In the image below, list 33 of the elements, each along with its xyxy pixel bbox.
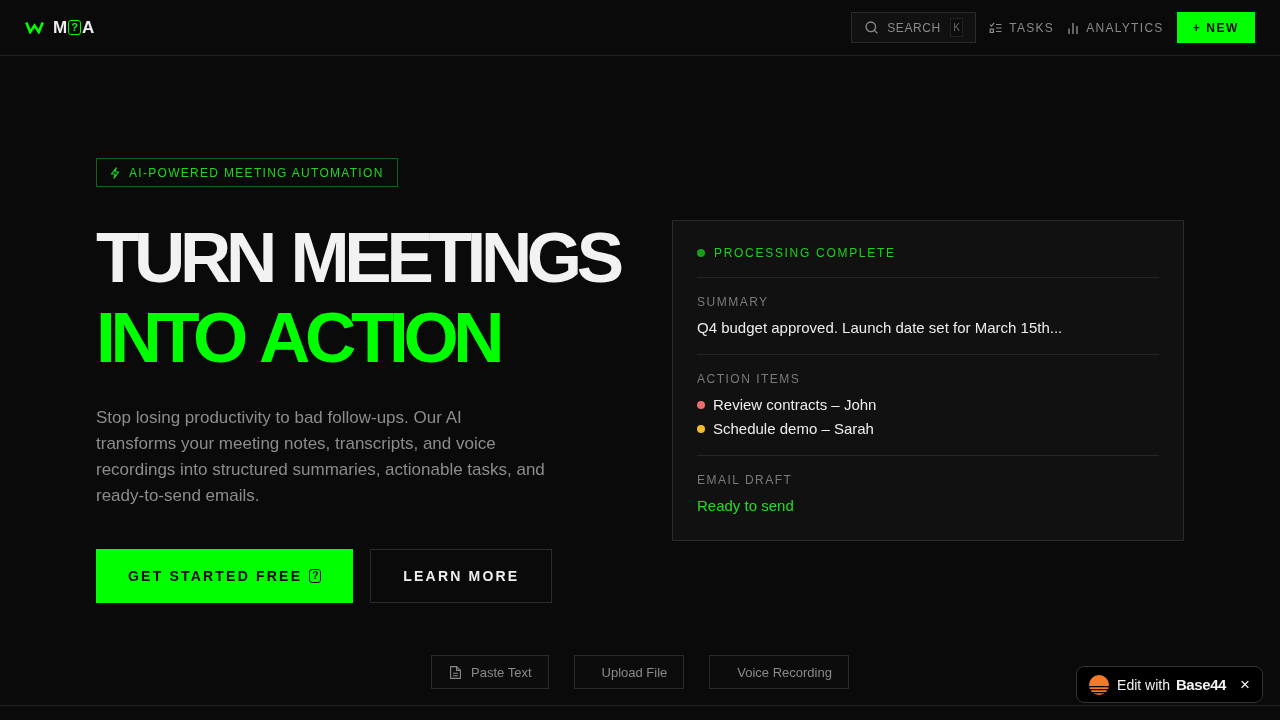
lightning-icon bbox=[110, 166, 120, 179]
section-label: ACTION ITEMS bbox=[697, 371, 802, 387]
document-icon bbox=[450, 665, 462, 679]
checklist-icon bbox=[989, 21, 1003, 34]
headline-accent: INTO ACTION bbox=[96, 298, 501, 378]
feature-badge: AI-POWERED MEETING AUTOMATION bbox=[96, 158, 398, 187]
striped-circle-logo-icon bbox=[1089, 674, 1110, 695]
close-button[interactable]: × bbox=[1240, 676, 1250, 693]
get-started-button[interactable]: GET STARTED FREE ? bbox=[96, 549, 354, 603]
action-item: Schedule demo – Sarah bbox=[713, 419, 874, 439]
search-icon bbox=[865, 21, 879, 34]
input-option-button[interactable]: Voice Recording bbox=[709, 655, 849, 689]
status-label: PROCESSING COMPLETE bbox=[714, 245, 896, 261]
nav-link[interactable]: TASKS bbox=[989, 20, 1055, 35]
nav-link[interactable]: ANALYTICS bbox=[1067, 20, 1164, 35]
learn-more-button[interactable]: LEARN MORE bbox=[370, 549, 553, 603]
summary-text: Q4 budget approved. Launch date set for March 15th... bbox=[697, 318, 1064, 338]
action-item: Review contracts – John bbox=[713, 395, 877, 415]
section-label: SUMMARY bbox=[697, 294, 770, 310]
w-logo-icon bbox=[25, 21, 44, 34]
search-button[interactable]: SEARCH K bbox=[851, 12, 977, 43]
question-mark-icon: ? bbox=[309, 569, 322, 583]
input-option-button[interactable]: Upload File bbox=[573, 655, 685, 689]
email-status: Ready to send bbox=[697, 496, 795, 516]
section-label: EMAIL DRAFT bbox=[697, 472, 794, 488]
description: Stop losing productivity to bad follow-ups. Our AI transforms your meeting notes, transcripts, and voice recordings into structured summaries, actionable tasks, and ready-to-send emails. bbox=[96, 407, 545, 507]
logo-wordmark: M ? A bbox=[53, 17, 95, 38]
bar-chart-icon bbox=[1067, 21, 1080, 34]
shortcut-key: K bbox=[949, 18, 964, 37]
new-button[interactable]: + NEW bbox=[1176, 12, 1255, 43]
headline: TURN MEETINGS bbox=[96, 218, 621, 298]
input-option-button[interactable]: Paste Text bbox=[431, 655, 549, 689]
edit-with-link[interactable]: Edit with Base44 bbox=[1089, 674, 1227, 695]
